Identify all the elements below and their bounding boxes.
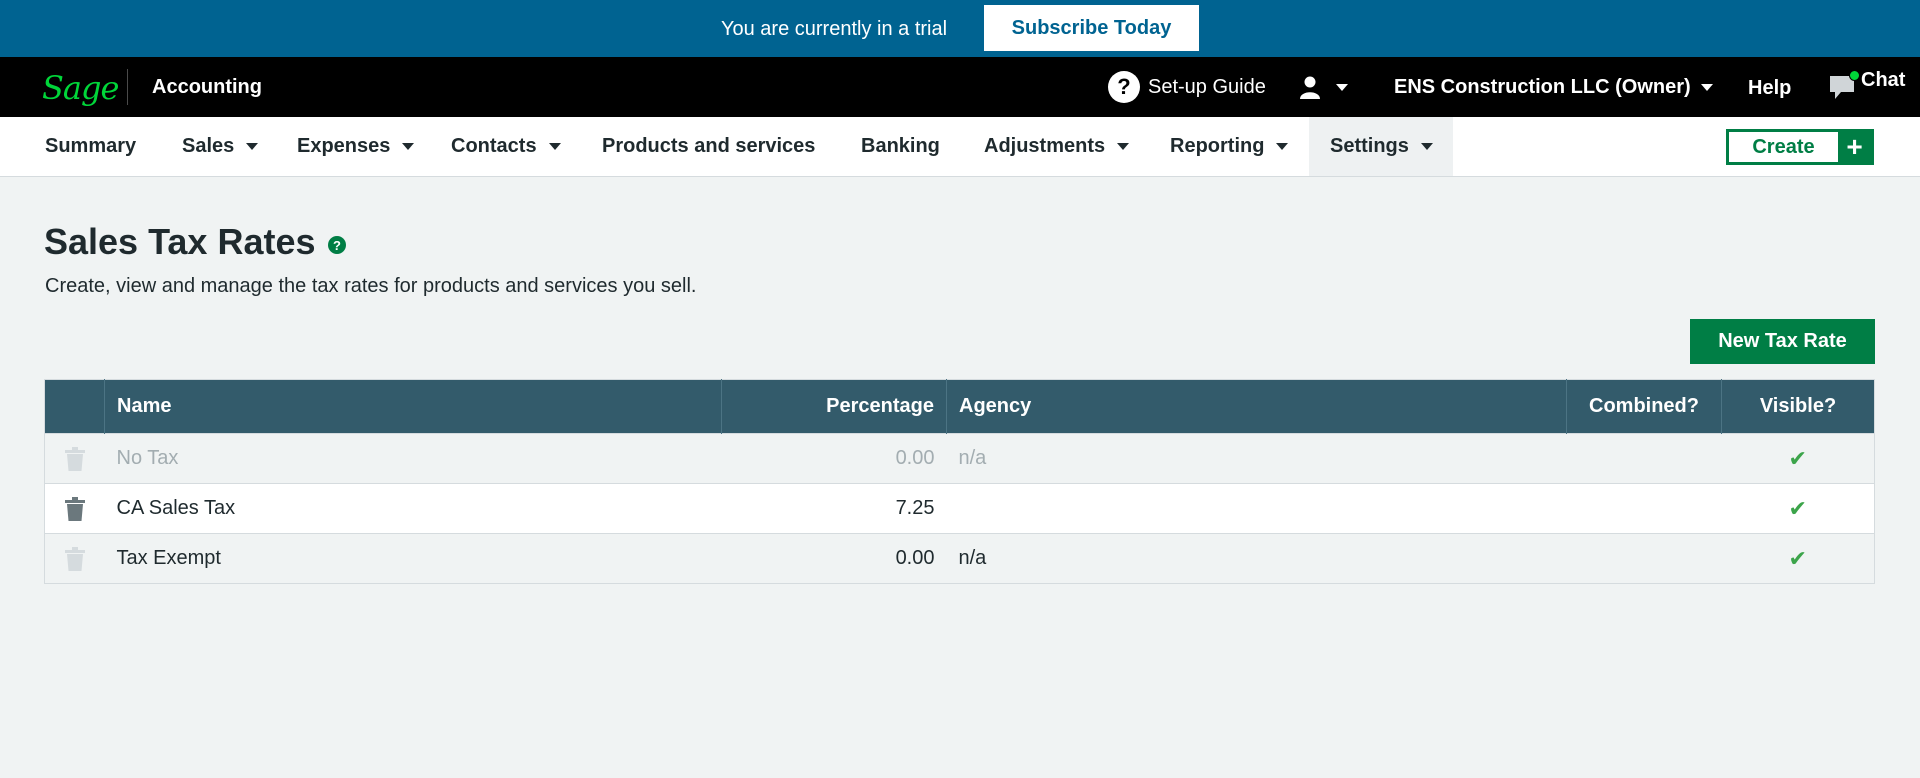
tax-visible-cell: ✔ xyxy=(1721,533,1875,584)
trial-banner: You are currently in a trial Subscribe T… xyxy=(0,0,1920,57)
app-name: Accounting xyxy=(152,76,262,98)
nav-item-label: Sales xyxy=(182,135,235,157)
tax-percentage-cell: 7.25 xyxy=(721,483,947,534)
page-title: Sales Tax Rates xyxy=(44,221,316,262)
tax-visible-cell: ✔ xyxy=(1721,483,1875,534)
sage-logo[interactable]: Sage xyxy=(42,69,119,107)
question-circle-icon: ? xyxy=(1108,71,1140,103)
column-header-visible[interactable]: Visible? xyxy=(1721,379,1875,434)
nav-item-reporting[interactable]: Reporting xyxy=(1170,117,1289,176)
checkmark-icon: ✔ xyxy=(1788,545,1807,571)
nav-item-label: Expenses xyxy=(297,135,391,157)
column-header-combined[interactable]: Combined? xyxy=(1566,379,1722,434)
nav-item-label: Settings xyxy=(1330,135,1409,157)
tax-agency-cell: n/a xyxy=(946,433,1567,484)
delete-cell xyxy=(44,533,105,584)
nav-item-adjustments[interactable]: Adjustments xyxy=(984,117,1130,176)
nav-item-label: Reporting xyxy=(1170,135,1265,157)
tax-name-cell: No Tax xyxy=(104,433,722,484)
new-tax-rate-button[interactable]: New Tax Rate xyxy=(1690,319,1875,364)
trash-icon[interactable] xyxy=(64,496,85,521)
trash-icon xyxy=(64,546,85,571)
nav-item-contacts[interactable]: Contacts xyxy=(451,117,561,176)
nav-item-sales[interactable]: Sales xyxy=(182,117,259,176)
main-nav: Summary Sales Expenses Contacts Products… xyxy=(0,117,1920,177)
table-header-row: Name Percentage Agency Combined? Visible… xyxy=(44,379,1875,434)
nav-item-label: Contacts xyxy=(451,135,537,157)
column-header-name[interactable]: Name xyxy=(104,379,722,434)
column-header-percentage[interactable]: Percentage xyxy=(721,379,947,434)
top-header: Sage Accounting ? Set-up Guide ENS Const… xyxy=(0,57,1920,117)
nav-item-settings[interactable]: Settings xyxy=(1309,117,1453,176)
setup-guide-link[interactable]: ? Set-up Guide xyxy=(1108,70,1266,104)
tax-percentage-cell: 0.00 xyxy=(721,533,947,584)
nav-item-label: Products and services xyxy=(602,135,816,157)
tax-combined-cell xyxy=(1566,533,1722,584)
page-description: Create, view and manage the tax rates fo… xyxy=(45,275,697,297)
chevron-down-icon xyxy=(1700,84,1713,91)
tax-percentage-cell: 0.00 xyxy=(721,433,947,484)
logo-divider xyxy=(127,69,128,105)
chat-bubble-icon xyxy=(1829,70,1860,102)
tax-name-cell: Tax Exempt xyxy=(104,533,722,584)
subscribe-button[interactable]: Subscribe Today xyxy=(984,5,1199,51)
column-header-agency[interactable]: Agency xyxy=(946,379,1567,434)
chat-label: Chat xyxy=(1861,69,1906,91)
nav-item-products-and-services[interactable]: Products and services xyxy=(602,117,815,176)
delete-cell[interactable] xyxy=(44,483,105,534)
user-menu[interactable] xyxy=(1298,73,1348,101)
nav-item-banking[interactable]: Banking xyxy=(861,117,940,176)
checkmark-icon: ✔ xyxy=(1788,495,1807,521)
chevron-down-icon xyxy=(1420,143,1433,150)
checkmark-icon: ✔ xyxy=(1788,445,1807,471)
tax-visible-cell: ✔ xyxy=(1721,433,1875,484)
setup-guide-label: Set-up Guide xyxy=(1148,75,1266,98)
chevron-down-icon xyxy=(1117,143,1130,150)
help-icon[interactable]: ? xyxy=(328,236,346,254)
nav-item-summary[interactable]: Summary xyxy=(45,117,136,176)
tax-combined-cell xyxy=(1566,433,1722,484)
tax-rates-table: Name Percentage Agency Combined? Visible… xyxy=(44,379,1875,584)
create-label: Create xyxy=(1752,135,1815,158)
table-row[interactable]: Tax Exempt 0.00 n/a ✔ xyxy=(44,533,1875,584)
tax-name-cell: CA Sales Tax xyxy=(104,483,722,534)
company-menu[interactable]: ENS Construction LLC (Owner) xyxy=(1394,76,1713,99)
company-label: ENS Construction LLC (Owner) xyxy=(1394,76,1691,98)
tax-combined-cell xyxy=(1566,483,1722,534)
create-button[interactable]: Create + xyxy=(1726,129,1874,165)
chat-button[interactable]: Chat xyxy=(1829,69,1905,102)
chevron-down-icon xyxy=(1336,83,1348,91)
user-icon xyxy=(1300,76,1320,99)
chevron-down-icon xyxy=(246,143,259,150)
nav-item-expenses[interactable]: Expenses xyxy=(297,117,415,176)
column-header-actions xyxy=(44,379,105,434)
nav-item-label: Banking xyxy=(861,135,940,157)
trash-icon xyxy=(64,446,85,471)
delete-cell xyxy=(44,433,105,484)
table-row[interactable]: No Tax 0.00 n/a ✔ xyxy=(44,433,1875,484)
tax-agency-cell xyxy=(946,483,1567,534)
nav-item-label: Adjustments xyxy=(984,135,1106,157)
tax-agency-cell: n/a xyxy=(946,533,1567,584)
help-link[interactable]: Help xyxy=(1748,77,1791,100)
chevron-down-icon xyxy=(548,143,561,150)
chevron-down-icon xyxy=(1276,143,1289,150)
plus-icon: + xyxy=(1838,132,1871,162)
online-status-dot xyxy=(1849,70,1860,81)
chevron-down-icon xyxy=(402,143,415,150)
nav-item-label: Summary xyxy=(45,135,137,157)
trial-message: You are currently in a trial xyxy=(721,18,948,40)
table-row[interactable]: CA Sales Tax 7.25 ✔ xyxy=(44,483,1875,534)
